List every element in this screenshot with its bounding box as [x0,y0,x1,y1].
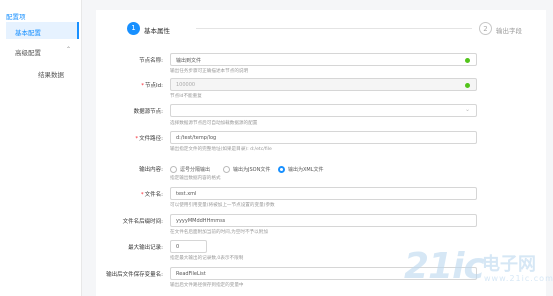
data-source-select[interactable]: ⌄ [170,104,477,117]
file-path-value: d:/test/temp/log [176,135,217,141]
file-name-value: test.xml [176,191,197,197]
node-id-hint: 节点Id不能重复 [170,94,202,99]
var-name-label: 输出后文件保存变量名: [106,272,163,278]
node-id-label: *节点Id: [141,83,163,89]
node-name-hint: 输出任务步骤可正确描述本节点的说明 [170,69,249,74]
sidebar: 配置项 基本配置 高级配置 ⌃ 结果数据 [0,0,82,296]
file-name-input[interactable]: test.xml [170,187,477,200]
date-format-label: 文件名后缀时间: [122,219,163,225]
var-name-hint: 输出后文件路径保存到指定的变量中 [170,283,244,288]
chevron-up-icon: ⌃ [65,46,71,53]
step-2-label[interactable]: 输出字段 [496,25,522,35]
data-source-label: 数据源节点: [133,109,163,115]
node-id-value: 100000 [176,82,196,88]
step-1-indicator[interactable]: 1 [127,22,140,35]
check-icon [465,83,470,88]
date-format-hint: 在文件名后面附加当前的时间,为空时不予以附加 [170,230,268,235]
sidebar-item-advanced-config[interactable]: 高级配置 ⌃ [6,42,79,59]
sidebar-item-basic-config[interactable]: 基本配置 [6,22,79,39]
node-name-input[interactable]: 输出到文件 [170,53,477,66]
file-path-label: *文件路径: [135,136,163,142]
sidebar-title: 配置项 [6,13,26,21]
data-source-hint: 选择数据源节点后可自动加载数据源的配置 [170,121,258,126]
node-name-value: 输出到文件 [176,58,202,64]
step-2-indicator[interactable]: 2 [479,22,492,35]
radio-csv[interactable] [170,166,177,173]
max-records-hint: 指定最大输出的记录数,0表示不限制 [170,256,244,261]
file-path-input[interactable]: d:/test/temp/log [170,131,477,144]
max-records-value: 0 [176,244,180,250]
sidebar-item-result-data[interactable]: 结果数据 [6,64,79,81]
radio-xml[interactable] [278,166,285,173]
watermark-brand: 21ic [404,246,485,287]
max-records-label: 最大输出记录: [128,245,163,251]
watermark-url: www.21ic.com [484,274,553,283]
radio-csv-label[interactable]: 逗号分隔输出 [180,166,210,173]
radio-json[interactable] [223,166,230,173]
watermark-cn: 电子网 [482,254,536,275]
file-name-hint: 可以使用引用变量(将被加上一节点设置的变量)参数 [170,203,275,208]
date-format-input[interactable]: yyyyMMddHHmmss [170,214,477,227]
sidebar-item-label: 高级配置 [15,49,41,57]
output-format-label: 输出内容: [139,167,163,173]
step-connector [196,28,472,29]
check-icon [465,58,470,63]
date-format-value: yyyyMMddHHmmss [176,218,226,224]
output-format-hint: 指定输出数据内容的格式 [170,176,221,181]
step-1-label[interactable]: 基本属性 [144,25,170,35]
radio-xml-label[interactable]: 输出为XML文件 [288,166,324,173]
stepper: 1 基本属性 2 输出字段 [96,10,546,44]
node-name-label: 节点名称: [139,58,163,64]
file-name-label: *文件名: [140,192,163,198]
radio-json-label[interactable]: 输出为JSON文件 [233,166,270,173]
chevron-down-icon: ⌄ [464,106,470,113]
file-path-hint: 输出指定文件的完整地址(如果是目录): d:/etc/file [170,147,272,152]
node-id-input[interactable]: 100000 [170,78,477,91]
var-name-value: ReadFileList [176,271,206,277]
max-records-input[interactable]: 0 [170,240,207,253]
